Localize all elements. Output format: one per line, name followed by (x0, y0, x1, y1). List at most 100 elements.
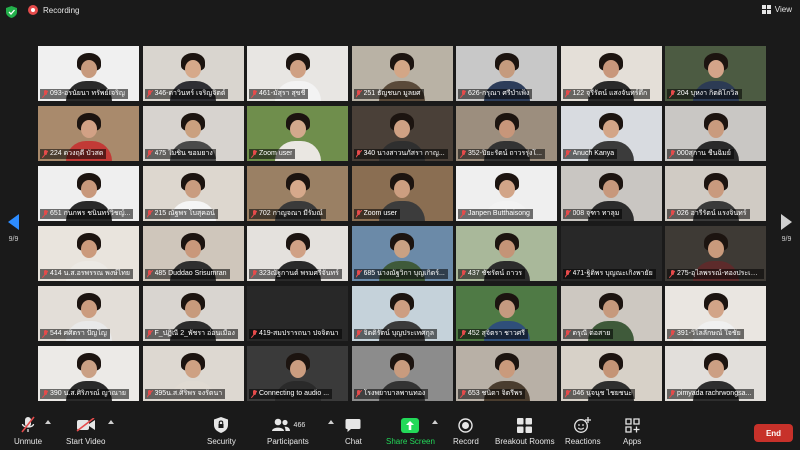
participant-tile[interactable]: Anuch Kanya (560, 106, 662, 161)
mic-muted-icon (356, 270, 362, 278)
participant-tile[interactable]: 471-ฐิติพร บุญณะเกิงพายัย (560, 226, 662, 281)
participant-tile[interactable]: F_ปฏิณี 2_พัชรา อ่อนเมือง (142, 286, 244, 341)
participant-tile[interactable]: 224 ดวงฤดี บัวสด (38, 106, 139, 161)
apps-button[interactable]: Apps (623, 416, 641, 446)
participant-tile[interactable]: 390 น.ส.ศิริภรณ์ ญาณาย (38, 346, 139, 401)
participant-tile[interactable]: 702 กาญจณา มีรัมณ์ (247, 166, 348, 221)
participant-tile[interactable]: ดรุณี ต่อสาย (560, 286, 662, 341)
top-bar: Recording View (0, 0, 800, 24)
view-button[interactable]: View (761, 5, 792, 14)
mic-muted-icon (565, 270, 571, 278)
participant-tile[interactable]: 391-วิไลลักษณ์ ใจชัย (665, 286, 766, 341)
next-page[interactable]: 9/9 (781, 214, 792, 243)
participant-tile[interactable]: 026 อารีรัตน์ แรงจินทร์ (665, 166, 766, 221)
mic-muted-icon (356, 90, 362, 98)
participant-tile[interactable]: จิตติรัตน์ บุญประเทศกุล (351, 286, 453, 341)
reactions-button[interactable]: Reactions (565, 416, 601, 446)
participant-tile[interactable]: 122 จุรีรัตน์ แสงจันทร์ดึก (560, 46, 662, 101)
participant-tile[interactable]: โรงพยาบาลพานทอง (351, 346, 453, 401)
participants-button[interactable]: 466 Participants (267, 416, 309, 446)
participant-tile[interactable]: 352-ปิยะรัตน์ ถาวรรุ่งโ... (456, 106, 557, 161)
mic-muted-icon (460, 90, 466, 98)
participant-name-tag: 008 จุฑา ทาลุม (562, 209, 623, 219)
participant-tile[interactable]: 419-สมปรารถนา ปจจิตนา (247, 286, 348, 341)
mic-muted-icon (147, 150, 153, 158)
participant-tile[interactable]: Zoom user (351, 166, 453, 221)
participant-tile[interactable]: 544 ศศิตรา ปัญโญ (38, 286, 139, 341)
participant-tile[interactable]: 323ณัฐกานต์ พรมศรีจันทร์ (247, 226, 348, 281)
participant-tile[interactable]: 452 สุจิตรา ชาวศรี (456, 286, 557, 341)
mic-muted-icon (356, 150, 362, 158)
security-button[interactable]: Security (207, 416, 236, 446)
participant-name: 437 ชัชรัตน์ ถาวร (468, 270, 523, 277)
participants-caret-icon[interactable] (328, 420, 334, 424)
participant-name-tag: Anuch Kanya (562, 149, 618, 159)
participant-tile[interactable]: pimyada rachrwongsa... (665, 346, 766, 401)
unmute-button[interactable]: Unmute (14, 416, 42, 446)
participant-name: 346-ดาวินทร์ เจริญจิตต์ (154, 90, 226, 97)
participant-name: 395น.ส.ศิริพร จงรัตนา (154, 390, 223, 397)
participant-tile[interactable]: 395น.ส.ศิริพร จงรัตนา (142, 346, 244, 401)
meeting-toolbar: Unmute Start Video Security 466 Particip… (0, 410, 800, 450)
participant-tile[interactable]: 204 บุหงา กิตติโกวิล (665, 46, 766, 101)
page-indicator-right: 9/9 (781, 236, 792, 243)
shield-icon (214, 416, 229, 434)
chat-button[interactable]: Chat (345, 416, 362, 446)
mic-muted-icon (42, 90, 48, 98)
participant-name: จิตติรัตน์ บุญประเทศกุล (363, 330, 435, 337)
apps-icon (624, 416, 640, 434)
participant-tile[interactable]: 008 จุฑา ทาลุม (560, 166, 662, 221)
participant-tile[interactable]: 461-มัสุรา สุขชี (247, 46, 348, 101)
participant-tile[interactable]: 485 Duddao Srisumran (142, 226, 244, 281)
participant-name-tag: F_ปฏิณี 2_พัชรา อ่อนเมือง (144, 329, 238, 339)
participant-tile[interactable]: 685 นางณัฐวิกา บุญเกิดร์... (351, 226, 453, 281)
video-options-caret-icon[interactable] (108, 420, 114, 424)
participant-tile[interactable]: 414 น.ส.อรพรรณ พงษ์ไทย (38, 226, 139, 281)
share-screen-button[interactable]: Share Screen (386, 416, 435, 446)
participant-tile[interactable]: 651 กนกพร ชนินทร์วิชญ์... (38, 166, 139, 221)
participant-name-tag: 026 อารีรัตน์ แรงจินทร์ (667, 209, 750, 219)
participant-tile[interactable]: 475 ไมชิน ขอมยาง (142, 106, 244, 161)
audio-options-caret-icon[interactable] (45, 420, 51, 424)
recording-indicator[interactable]: Recording (28, 5, 79, 15)
mic-muted-icon (251, 330, 257, 338)
participant-name-tag: โรงพยาบาลพานทอง (353, 389, 429, 399)
participant-tile[interactable]: Zoom user (247, 106, 348, 161)
share-options-caret-icon[interactable] (432, 420, 438, 424)
participant-tile[interactable]: 346-ดาวินทร์ เจริญจิตต์ (142, 46, 244, 101)
participant-tile[interactable]: 093-อรนัยนา ทรัพย์เจริญ (38, 46, 139, 101)
mic-muted-icon (147, 210, 153, 218)
participant-tile[interactable]: 251 ธัญชนก มูลยศ (351, 46, 453, 101)
participant-name-tag: 093-อรนัยนา ทรัพย์เจริญ (40, 89, 128, 99)
recording-label: Recording (43, 5, 80, 15)
end-meeting-button[interactable]: End (754, 424, 793, 442)
participant-tile[interactable]: 275-อุไลพรรณ์-ทองประเสรฐ (665, 226, 766, 281)
record-button[interactable]: Record (453, 416, 479, 446)
participant-name-tag: 275-อุไลพรรณ์-ทองประเสรฐ (667, 269, 764, 279)
participant-name-tag: 391-วิไลลักษณ์ ใจชัย (667, 329, 744, 339)
chat-label: Chat (345, 437, 362, 446)
participant-name: 093-อรนัยนา ทรัพย์เจริญ (50, 90, 125, 97)
mic-muted-icon (460, 210, 466, 218)
participant-tile[interactable]: Connecting to audio ... (247, 346, 348, 401)
participant-tile[interactable]: 626-กรุณา ศรีบำเพ็ง (456, 46, 557, 101)
participant-name: 275-อุไลพรรณ์-ทองประเสรฐ (677, 270, 761, 277)
participant-name: 352-ปิยะรัตน์ ถาวรรุ่งโ... (468, 150, 542, 157)
participant-tile[interactable]: 340 นางสาวนภัสรา กาญ... (351, 106, 453, 161)
arrow-right-icon[interactable] (781, 214, 792, 230)
shield-check-icon[interactable] (6, 6, 17, 18)
participant-tile[interactable]: 215 ณัฐพร โบสุคอน์ (142, 166, 244, 221)
participant-name-tag: 702 กาญจณา มีรัมณ์ (249, 209, 326, 219)
participant-tile[interactable]: Janpen Butthaisong (456, 166, 557, 221)
participant-name: F_ปฏิณี 2_พัชรา อ่อนเมือง (154, 330, 235, 337)
start-video-button[interactable]: Start Video (66, 416, 105, 446)
participant-name: 046 นุจนุช ไชยชนะ (572, 390, 633, 397)
video-off-icon (76, 416, 96, 434)
arrow-left-icon[interactable] (8, 214, 19, 230)
previous-page[interactable]: 9/9 (8, 214, 19, 243)
breakout-rooms-button[interactable]: Breakout Rooms (495, 416, 555, 446)
participant-tile[interactable]: 046 นุจนุช ไชยชนะ (560, 346, 662, 401)
participant-tile[interactable]: 437 ชัชรัตน์ ถาวร (456, 226, 557, 281)
participant-tile[interactable]: 000สุกาน ชื่นฉิมย์ (665, 106, 766, 161)
participant-tile[interactable]: 653 ชนิดา จิตรีพร (456, 346, 557, 401)
